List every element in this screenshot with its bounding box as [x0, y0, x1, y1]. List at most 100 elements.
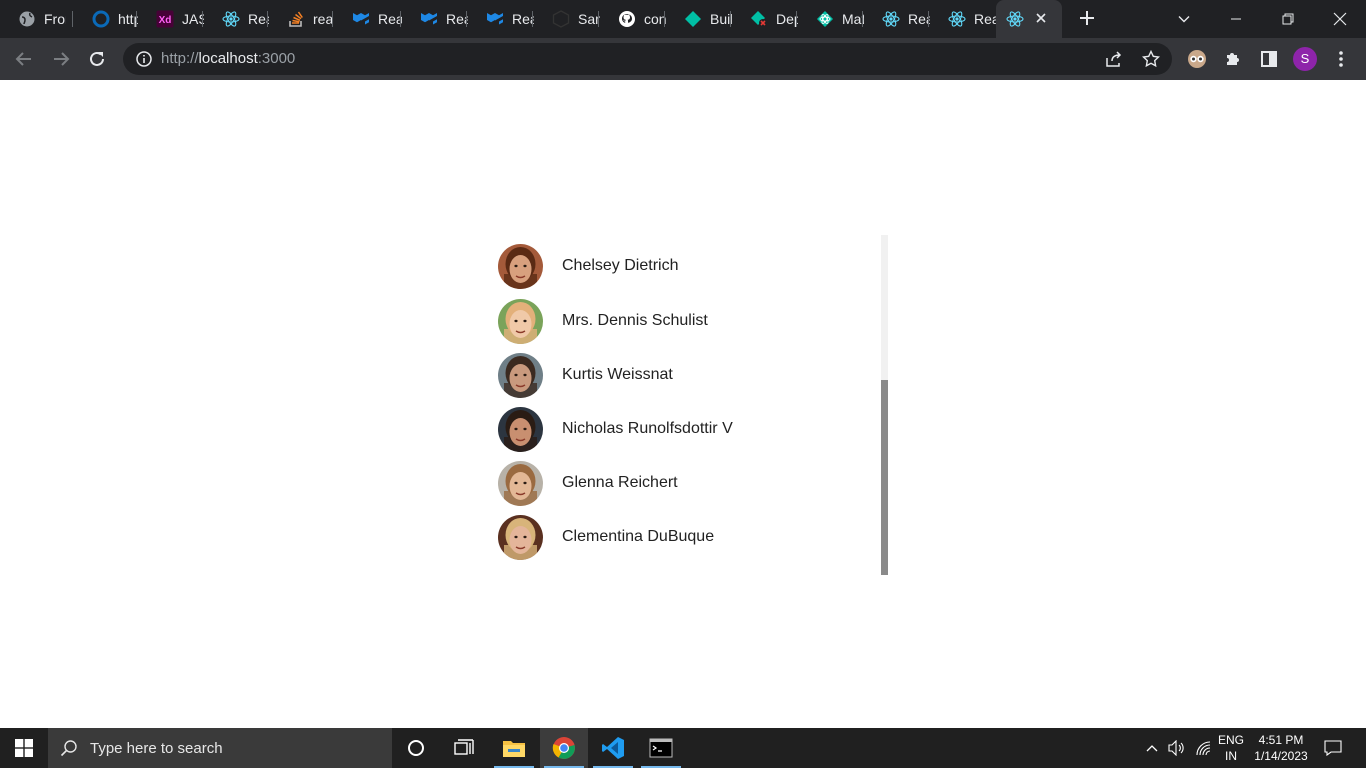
- tab-separator: [466, 11, 467, 27]
- github-icon: [618, 10, 636, 28]
- minimize-icon: [1231, 18, 1241, 20]
- list-item[interactable]: Mrs. Dennis Schulist: [498, 298, 858, 344]
- language-indicator[interactable]: ENG IN: [1216, 732, 1246, 764]
- close-window-button[interactable]: [1314, 0, 1366, 38]
- scrollbar-thumb[interactable]: [881, 380, 888, 575]
- vscode-button[interactable]: [589, 728, 637, 768]
- user-name: Glenna Reichert: [562, 474, 678, 491]
- browser-tab[interactable]: rea: [269, 0, 334, 38]
- browser-tab[interactable]: Mat: [798, 0, 864, 38]
- mui-icon: [352, 10, 370, 28]
- react-diamond-icon: [816, 10, 834, 28]
- user-name: Mrs. Dennis Schulist: [562, 312, 708, 329]
- browser-tab[interactable]: Xd JAS: [138, 0, 204, 38]
- browser-tab[interactable]: http: [74, 0, 138, 38]
- tab-title: Rea: [974, 11, 996, 27]
- tab-title: Dep: [776, 11, 798, 27]
- plus-icon: [1080, 11, 1094, 25]
- avatar: [498, 460, 543, 506]
- user-list[interactable]: Chelsey Dietrich Mrs. Dennis Schulist Kurt…: [490, 235, 888, 575]
- terminal-button[interactable]: [637, 728, 685, 768]
- back-button[interactable]: [10, 45, 38, 73]
- task-view-icon: [454, 739, 474, 755]
- wifi-icon: [1196, 741, 1211, 756]
- address-bar[interactable]: http://localhost:3000: [123, 43, 1172, 75]
- minimize-button[interactable]: [1210, 0, 1262, 38]
- new-tab-button[interactable]: [1074, 7, 1100, 33]
- windows-logo-icon: [15, 739, 33, 757]
- url-scheme: http://: [161, 50, 199, 67]
- tab-active[interactable]: [996, 0, 1062, 38]
- info-icon[interactable]: [135, 50, 153, 68]
- tab-separator: [928, 11, 929, 27]
- tab-title: Rea: [248, 11, 269, 27]
- reload-button[interactable]: [83, 45, 111, 73]
- network-button[interactable]: [1192, 728, 1214, 768]
- browser-tab[interactable]: Rea: [204, 0, 269, 38]
- browser-tab[interactable]: Rea: [468, 0, 534, 38]
- tab-separator: [796, 11, 797, 27]
- start-button[interactable]: [0, 728, 48, 768]
- tab-separator: [664, 11, 665, 27]
- task-view-button[interactable]: [440, 728, 488, 768]
- tab-title: Buil: [710, 11, 732, 27]
- tab-separator: [598, 11, 599, 27]
- menu-button[interactable]: [1330, 48, 1352, 70]
- clock[interactable]: 4:51 PM 1/14/2023: [1250, 732, 1312, 764]
- tab-title: http: [118, 11, 138, 27]
- list-item[interactable]: Glenna Reichert: [498, 460, 858, 506]
- tab-separator: [136, 11, 137, 27]
- browser-tab[interactable]: con: [600, 0, 666, 38]
- react-icon: [222, 10, 240, 28]
- cortana-icon: [408, 740, 424, 756]
- volume-button[interactable]: [1164, 728, 1190, 768]
- list-item[interactable]: Clementina DuBuque: [498, 514, 858, 560]
- star-icon: [1142, 50, 1160, 68]
- codesandbox-icon: [552, 10, 570, 28]
- restore-button[interactable]: [1262, 0, 1314, 38]
- forward-button[interactable]: [47, 45, 75, 73]
- speaker-icon: [1168, 740, 1184, 756]
- browser-tab[interactable]: Dep: [732, 0, 798, 38]
- browser-tab[interactable]: San: [534, 0, 600, 38]
- stackoverflow-icon: [287, 10, 305, 28]
- tab-title: Mat: [842, 11, 864, 27]
- chrome-button[interactable]: [540, 728, 588, 768]
- list-item[interactable]: Kurtis Weissnat: [498, 352, 858, 398]
- tab-separator: [730, 11, 731, 27]
- avatar: [498, 298, 543, 344]
- browser-toolbar: http://localhost:3000: [0, 38, 1366, 80]
- chevron-down-icon: [1178, 16, 1190, 23]
- list-item[interactable]: Chelsey Dietrich: [498, 243, 858, 289]
- browser-tab[interactable]: Rea: [402, 0, 468, 38]
- list-item[interactable]: Nicholas Runolfsdottir V: [498, 406, 858, 452]
- browser-tab[interactable]: Buil: [666, 0, 732, 38]
- side-panel-icon: [1261, 51, 1277, 67]
- clock-time: 4:51 PM: [1258, 733, 1304, 747]
- tab-search-button[interactable]: [1158, 0, 1210, 38]
- extensions-button[interactable]: [1222, 48, 1244, 70]
- side-panel-button[interactable]: [1258, 48, 1280, 70]
- mui-icon: [486, 10, 504, 28]
- vscode-icon: [602, 737, 624, 759]
- browser-tab[interactable]: Rea: [864, 0, 930, 38]
- taskbar-search[interactable]: Type here to search: [48, 728, 392, 768]
- browser-tab[interactable]: Fron: [0, 0, 66, 38]
- notifications-button[interactable]: [1318, 728, 1348, 768]
- terminal-icon: [649, 738, 673, 758]
- share-button[interactable]: [1104, 49, 1124, 69]
- url-text[interactable]: http://localhost:3000: [161, 50, 295, 67]
- cortana-button[interactable]: [392, 728, 440, 768]
- show-hidden-icons-button[interactable]: [1142, 728, 1162, 768]
- tab-separator: [72, 11, 73, 27]
- file-explorer-button[interactable]: [490, 728, 538, 768]
- profile-avatar[interactable]: S: [1293, 47, 1317, 71]
- close-tab-button[interactable]: [1032, 10, 1050, 28]
- chrome-icon: [552, 737, 575, 759]
- browser-tab[interactable]: Rea: [334, 0, 402, 38]
- avatar: [498, 406, 543, 452]
- extension-eyes-button[interactable]: [1186, 48, 1208, 70]
- tab-title: Fron: [44, 11, 66, 27]
- bookmark-button[interactable]: [1141, 49, 1161, 69]
- browser-tab[interactable]: Rea: [930, 0, 996, 38]
